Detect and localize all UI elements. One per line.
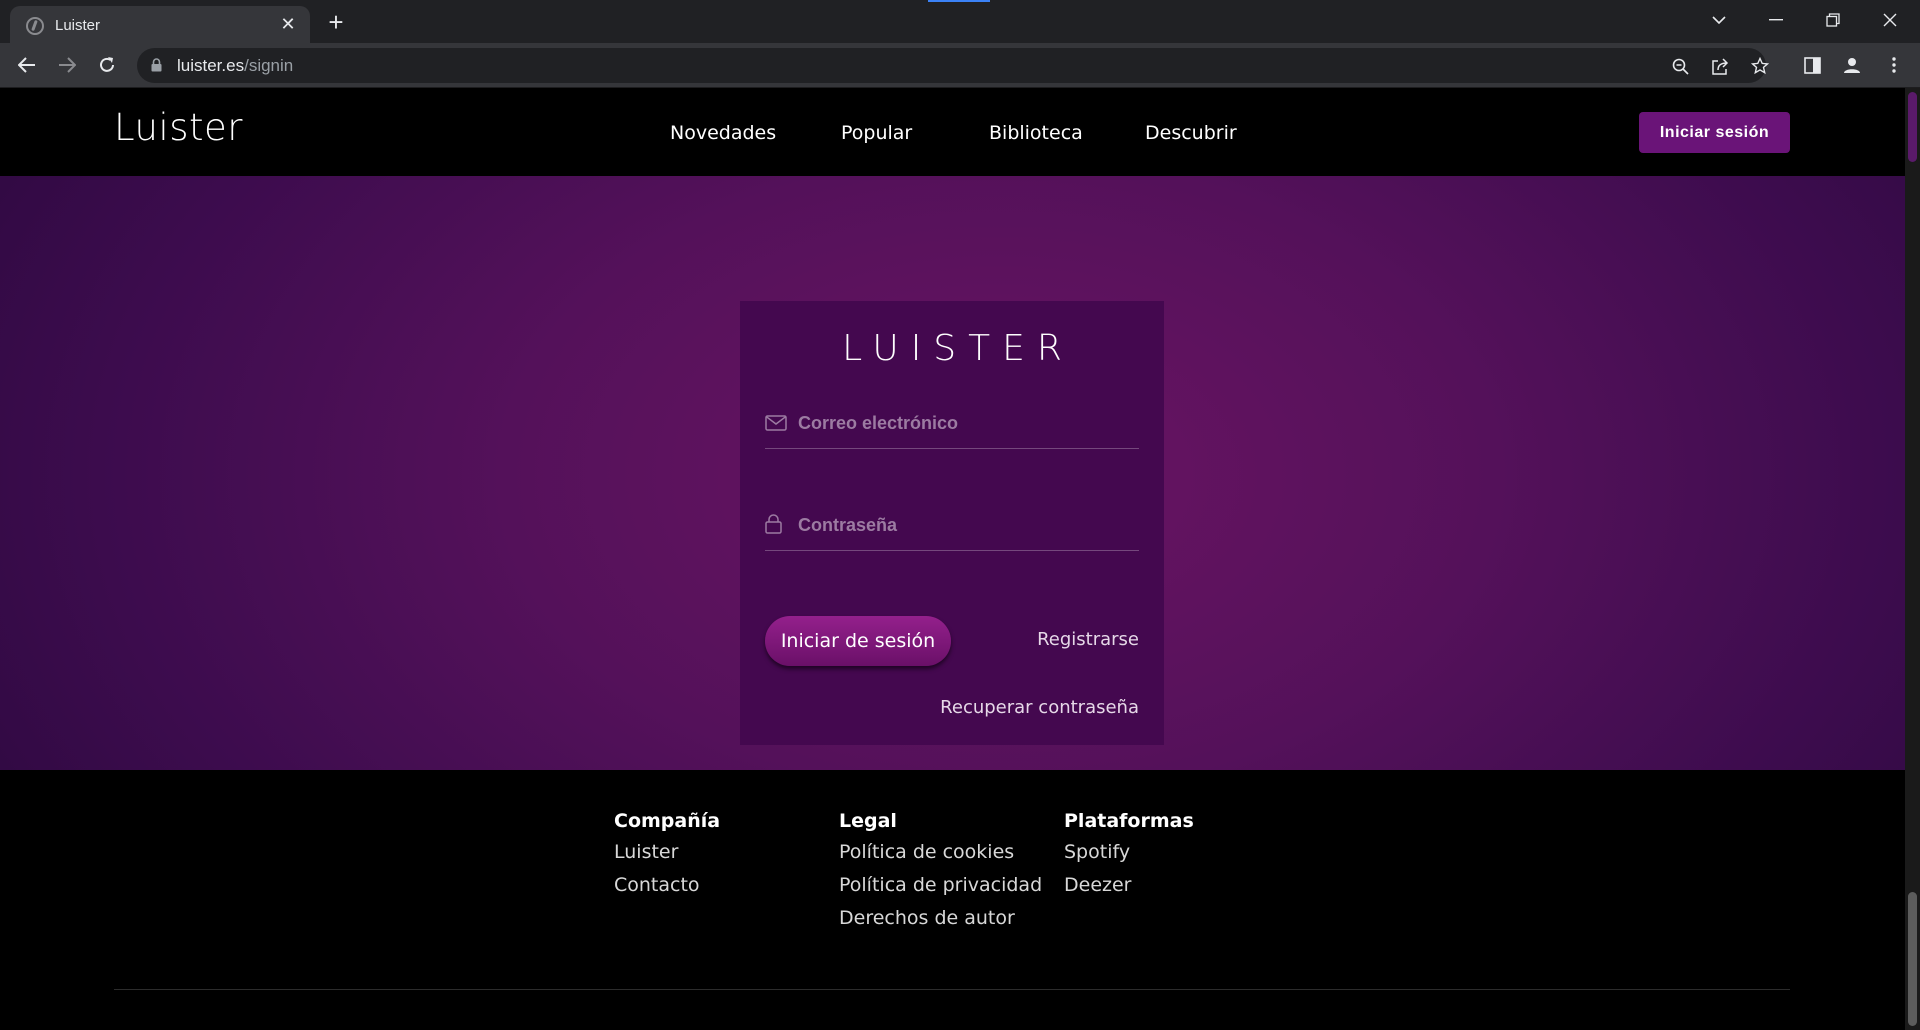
profile-button[interactable] (1837, 50, 1867, 80)
password-input[interactable] (798, 511, 1128, 539)
site-footer: Compañía Luister Contacto Legal Política… (0, 770, 1905, 1030)
side-panel-icon (1803, 56, 1821, 74)
nav-descubrir[interactable]: Descubrir (1145, 122, 1237, 144)
hero-section: LUISTER Iniciar de sesión Registrarse Re… (0, 176, 1905, 770)
lock-icon (765, 514, 782, 534)
browser-toolbar: luister.es/signin (0, 43, 1920, 88)
minimize-icon (1769, 19, 1783, 21)
footer-link-spotify[interactable]: Spotify (1064, 841, 1194, 863)
footer-link-contact[interactable]: Contacto (614, 874, 720, 896)
page-scrollbar[interactable] (1905, 88, 1920, 1030)
scrollbar-thumb[interactable] (1908, 892, 1917, 1026)
share-icon (1712, 57, 1729, 75)
footer-link-privacy[interactable]: Política de privacidad (839, 874, 1042, 896)
footer-col-legal: Legal Política de cookies Política de pr… (839, 810, 1042, 940)
tab-strip-indicator (928, 0, 990, 2)
reload-icon (100, 57, 114, 72)
lock-icon (151, 58, 162, 72)
tab-search-button[interactable] (1699, 6, 1739, 34)
close-tab-icon[interactable]: ✕ (278, 14, 298, 34)
footer-col-company: Compañía Luister Contacto (614, 810, 720, 907)
restore-button[interactable] (1813, 6, 1853, 34)
site-logo[interactable]: Luister (114, 106, 243, 149)
zoom-button[interactable] (1668, 54, 1692, 78)
site-favicon-icon (26, 17, 44, 35)
tab-title: Luister (55, 17, 101, 34)
reload-button[interactable] (92, 50, 122, 80)
browser-menu-button[interactable] (1879, 50, 1909, 80)
nav-popular[interactable]: Popular (841, 122, 912, 144)
close-icon (1883, 13, 1897, 27)
star-icon (1751, 57, 1769, 75)
zoom-icon (1672, 58, 1689, 75)
scrollbar-accent (1908, 92, 1917, 162)
recover-password-link[interactable]: Recuperar contraseña (940, 697, 1139, 718)
email-field (765, 399, 1139, 449)
login-card: LUISTER Iniciar de sesión Registrarse Re… (740, 301, 1164, 745)
email-input[interactable] (798, 409, 1128, 437)
arrow-right-icon (59, 57, 76, 73)
site-header: Luister Novedades Popular Biblioteca Des… (0, 88, 1905, 176)
kebab-menu-icon (1892, 57, 1896, 73)
nav-biblioteca[interactable]: Biblioteca (989, 122, 1083, 144)
page-viewport: Luister Novedades Popular Biblioteca Des… (0, 88, 1905, 1030)
footer-link-cookies[interactable]: Política de cookies (839, 841, 1042, 863)
url-text: luister.es/signin (177, 56, 294, 75)
footer-heading: Plataformas (1064, 810, 1194, 832)
submit-signin-button[interactable]: Iniciar de sesión (765, 616, 951, 666)
arrow-left-icon (18, 57, 35, 73)
profile-icon (1844, 58, 1860, 73)
footer-link-copyright[interactable]: Derechos de autor (839, 907, 1042, 929)
back-button[interactable] (12, 50, 42, 80)
browser-tab[interactable]: Luister ✕ (10, 6, 310, 43)
footer-col-platforms: Plataformas Spotify Deezer (1064, 810, 1194, 907)
footer-divider (114, 989, 1790, 990)
password-field (765, 501, 1139, 551)
forward-button[interactable] (52, 50, 82, 80)
footer-heading: Compañía (614, 810, 721, 832)
footer-link-luister[interactable]: Luister (614, 841, 720, 863)
footer-heading: Legal (839, 810, 897, 832)
envelope-icon (765, 415, 787, 431)
header-signin-button[interactable]: Iniciar sesión (1639, 112, 1790, 153)
footer-link-deezer[interactable]: Deezer (1064, 874, 1194, 896)
side-panel-button[interactable] (1797, 50, 1827, 80)
bookmark-button[interactable] (1748, 54, 1772, 78)
address-bar[interactable]: luister.es/signin (137, 48, 1769, 83)
login-logo: LUISTER (842, 328, 1074, 369)
restore-icon (1826, 13, 1840, 27)
minimize-button[interactable] (1756, 6, 1796, 34)
new-tab-button[interactable]: + (322, 9, 350, 37)
close-window-button[interactable] (1870, 6, 1910, 34)
nav-novedades[interactable]: Novedades (670, 122, 776, 144)
browser-tab-strip: Luister ✕ + (0, 0, 1920, 43)
chevron-down-icon (1712, 16, 1726, 24)
share-button[interactable] (1708, 54, 1732, 78)
register-link[interactable]: Registrarse (1037, 629, 1139, 650)
